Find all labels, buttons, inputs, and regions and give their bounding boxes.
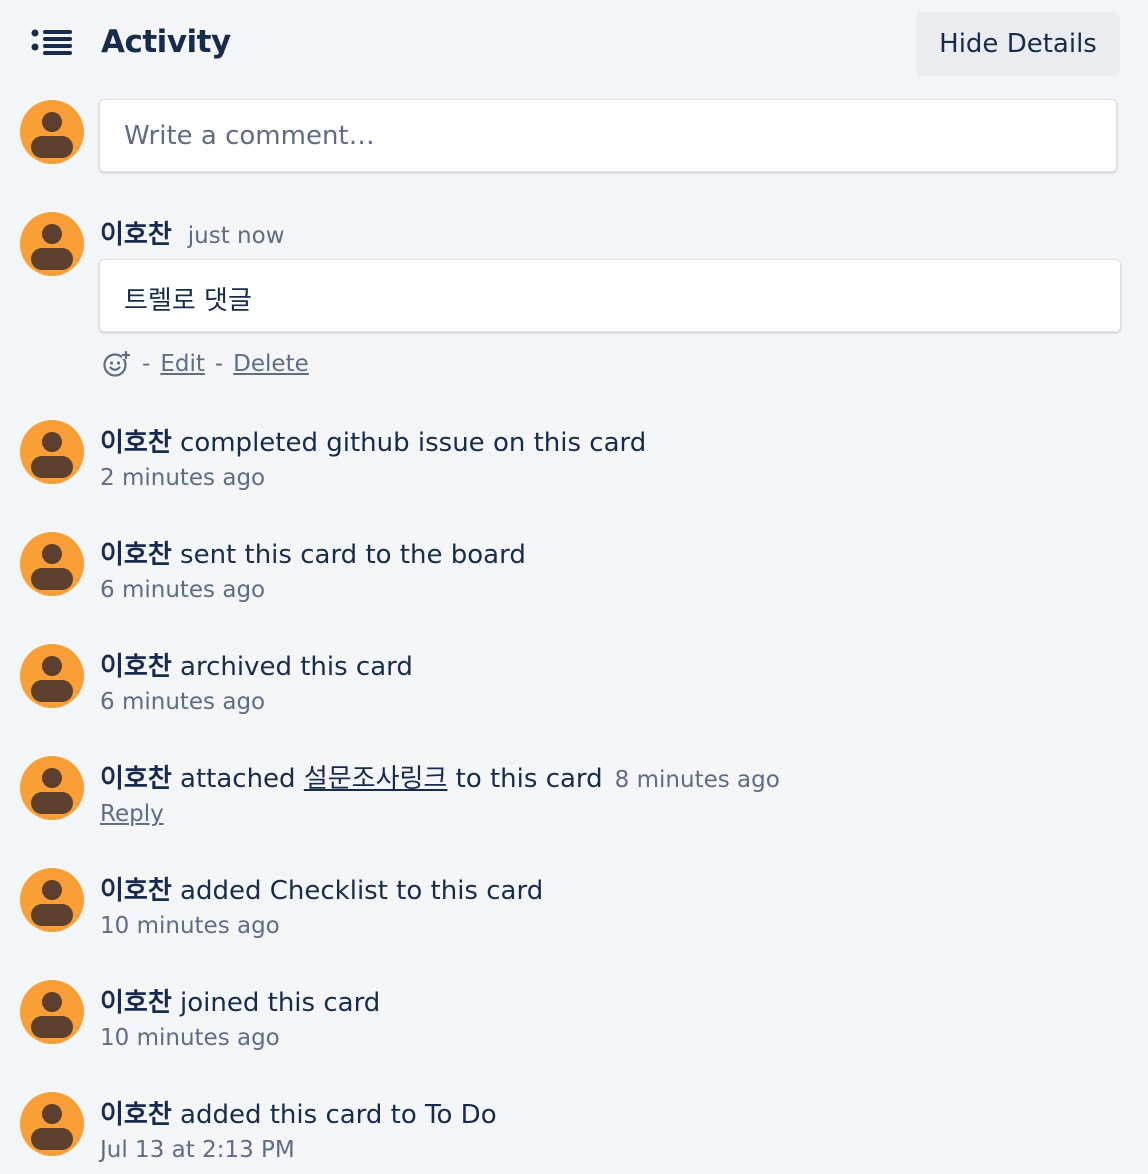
activity-action: added this card to To Do <box>171 1100 497 1130</box>
edit-link[interactable]: Edit <box>160 351 205 377</box>
activity-action: sent this card to the board <box>171 540 526 570</box>
activity-description: 이호찬 joined this card <box>100 982 380 1019</box>
activity-avatar[interactable] <box>20 756 84 820</box>
activity-avatar[interactable] <box>20 532 84 596</box>
activity-description: 이호찬 completed github issue on this card <box>100 422 646 459</box>
attachment-link[interactable]: 설문조사링크 <box>304 764 448 794</box>
activity-description: 이호찬 attached 설문조사링크 to this card 8 minute… <box>100 758 780 795</box>
activity-action: added Checklist to this card <box>171 876 544 906</box>
separator: - <box>142 351 151 377</box>
current-user-avatar[interactable] <box>20 100 84 164</box>
activity-action: to this card <box>447 764 603 794</box>
activity-avatar[interactable] <box>20 420 84 484</box>
comment-timestamp[interactable]: just now <box>188 223 285 249</box>
comment-header: 이호찬 just now <box>100 214 285 251</box>
activity-author[interactable]: 이호찬 <box>100 988 172 1018</box>
activity-timestamp[interactable]: 2 minutes ago <box>100 465 265 491</box>
activity-description: 이호찬 sent this card to the board <box>100 534 526 571</box>
activity-author[interactable]: 이호찬 <box>100 540 172 570</box>
activity-timestamp[interactable]: 10 minutes ago <box>100 1025 280 1051</box>
comment-author[interactable]: 이호찬 <box>100 220 172 250</box>
activity-timestamp[interactable]: 10 minutes ago <box>100 913 280 939</box>
activity-avatar[interactable] <box>20 644 84 708</box>
reply-link[interactable]: Reply <box>100 801 164 827</box>
activity-avatar[interactable] <box>20 1092 84 1156</box>
activity-action: joined this card <box>171 988 381 1018</box>
activity-author[interactable]: 이호찬 <box>100 1100 172 1130</box>
separator: - <box>214 351 224 377</box>
activity-avatar[interactable] <box>20 980 84 1044</box>
activity-timestamp[interactable]: 6 minutes ago <box>100 689 265 715</box>
activity-timestamp[interactable]: Jul 13 at 2:13 PM <box>100 1137 295 1163</box>
activity-list-icon <box>31 29 72 55</box>
activity-description: 이호찬 added this card to To Do <box>100 1094 497 1131</box>
activity-action: attached <box>171 764 304 794</box>
activity-description: 이호찬 added Checklist to this card <box>100 870 543 907</box>
activity-action: archived this card <box>171 652 413 682</box>
activity-timestamp[interactable]: 8 minutes ago <box>615 767 780 793</box>
comment-actions: - Edit - Delete <box>102 347 309 381</box>
activity-description: 이호찬 archived this card <box>100 646 413 683</box>
activity-author[interactable]: 이호찬 <box>100 876 172 906</box>
activity-title: Activity <box>101 24 231 60</box>
activity-author[interactable]: 이호찬 <box>100 428 172 458</box>
activity-timestamp[interactable]: 6 minutes ago <box>100 577 265 603</box>
activity-avatar[interactable] <box>20 868 84 932</box>
add-reaction-icon[interactable] <box>102 350 130 378</box>
activity-author[interactable]: 이호찬 <box>100 764 172 794</box>
comment-text: 트렐로 댓글 <box>99 259 1121 332</box>
comment-author-avatar[interactable] <box>20 212 84 276</box>
activity-header: Activity Hide Details <box>0 0 1148 90</box>
comment-input[interactable] <box>99 99 1117 172</box>
activity-action: completed github issue on this card <box>171 428 647 458</box>
activity-author[interactable]: 이호찬 <box>100 652 172 682</box>
delete-link[interactable]: Delete <box>233 351 309 377</box>
hide-details-button[interactable]: Hide Details <box>916 12 1120 76</box>
